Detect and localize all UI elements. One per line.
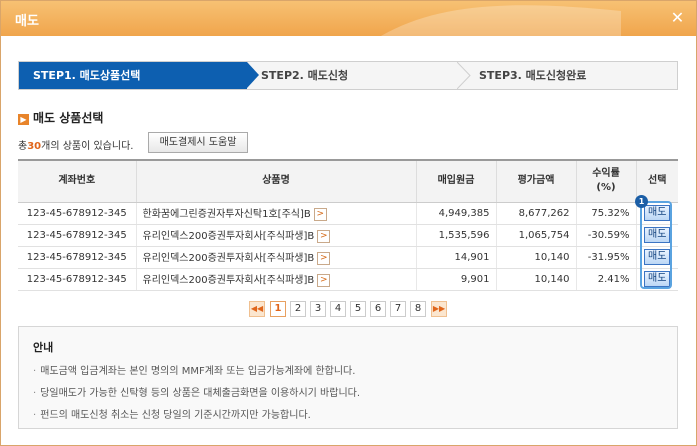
- chevron-right-icon[interactable]: >: [317, 273, 331, 287]
- account-number: 123-45-678912-345: [18, 268, 136, 291]
- window-title: 매도: [15, 14, 39, 29]
- return-rate: 2.41%: [575, 268, 636, 291]
- first-page-button[interactable]: ◀◀: [249, 301, 265, 317]
- table-row: 123-45-678912-345 유리인덱스200증권투자회사[주식파생]B >…: [18, 246, 678, 269]
- product-table: 계좌번호 상품명 매입원금 평가금액 수익률 (%) 선택 123-45-678…: [18, 159, 678, 291]
- value: 8,677,262: [495, 202, 576, 225]
- account-number: 123-45-678912-345: [18, 224, 136, 247]
- col-account: 계좌번호: [18, 159, 136, 203]
- chevron-right-icon[interactable]: >: [317, 229, 331, 243]
- page-1[interactable]: 1: [270, 301, 286, 317]
- sell-button[interactable]: 매도: [644, 227, 671, 243]
- chevron-right-icon[interactable]: >: [317, 251, 331, 265]
- page-3[interactable]: 3: [310, 301, 326, 317]
- page-2[interactable]: 2: [290, 301, 306, 317]
- sell-button[interactable]: 매도: [644, 271, 671, 287]
- notice-list: 매도금액 입금계좌는 본인 명의의 MMF계좌 또는 입금가능계좌에 한합니다.…: [33, 362, 360, 428]
- step-arrow-icon: [457, 62, 471, 89]
- product-name-cell: 유리인덱스200증권투자회사[주식파생]B >: [135, 224, 416, 247]
- step-2: STEP2. 매도신청: [261, 69, 349, 82]
- account-number: 123-45-678912-345: [18, 246, 136, 269]
- list-item: 당일매도가 가능한 신탁형 등의 상품은 대체출금화면을 이용하시기 바랍니다.: [33, 384, 360, 406]
- help-button[interactable]: 매도결제시 도움말: [148, 132, 248, 153]
- principal: 14,901: [415, 246, 496, 269]
- section-title: ▶ 매도 상품선택: [18, 109, 103, 126]
- close-icon[interactable]: ✕: [669, 9, 686, 26]
- titlebar-decoration: [381, 5, 621, 36]
- chevron-right-icon[interactable]: >: [313, 207, 327, 221]
- select-cell: 매도: [635, 224, 678, 247]
- col-return: 수익률 (%): [575, 159, 636, 203]
- value: 10,140: [495, 246, 576, 269]
- step-arrow-icon: [247, 62, 259, 88]
- principal: 4,949,385: [415, 202, 496, 225]
- product-name-cell: 한화꿈에그린증권자투자신탁1호[주식]B >: [135, 202, 416, 225]
- table-row: 123-45-678912-345 유리인덱스200증권투자회사[주식파생]B >…: [18, 224, 678, 247]
- list-item: 펀드의 매도신청 취소는 신청 당일의 기준시간까지만 가능합니다.: [33, 406, 360, 428]
- col-principal: 매입원금: [415, 159, 496, 203]
- principal: 1,535,596: [415, 224, 496, 247]
- table-row: 123-45-678912-345 유리인덱스200증권투자회사[주식파생]B >…: [18, 268, 678, 291]
- page-5[interactable]: 5: [350, 301, 366, 317]
- sell-button[interactable]: 매도: [644, 249, 671, 265]
- notice-title: 안내: [33, 341, 54, 354]
- page-8[interactable]: 8: [410, 301, 426, 317]
- select-cell: 매도: [635, 268, 678, 291]
- page-7[interactable]: 7: [390, 301, 406, 317]
- notice-box: 안내 매도금액 입금계좌는 본인 명의의 MMF계좌 또는 입금가능계좌에 한합…: [18, 326, 678, 429]
- step-badge: 1: [635, 195, 648, 208]
- principal: 9,901: [415, 268, 496, 291]
- list-item: 매도금액 입금계좌는 본인 명의의 MMF계좌 또는 입금가능계좌에 한합니다.: [33, 362, 360, 384]
- step-3: STEP3. 매도신청완료: [479, 69, 587, 82]
- col-value: 평가금액: [495, 159, 576, 203]
- value: 1,065,754: [495, 224, 576, 247]
- sell-dialog: 매도 ✕ STEP1. 매도상품선택 STEP2. 매도신청 STEP3. 매도…: [0, 0, 697, 446]
- titlebar: 매도 ✕: [1, 1, 696, 36]
- return-rate: -30.59%: [575, 224, 636, 247]
- step-1: STEP1. 매도상품선택: [19, 62, 247, 89]
- table-header: 계좌번호 상품명 매입원금 평가금액 수익률 (%) 선택: [18, 159, 678, 203]
- page-4[interactable]: 4: [330, 301, 346, 317]
- return-rate: -31.95%: [575, 246, 636, 269]
- table-row: 123-45-678912-345 한화꿈에그린증권자투자신탁1호[주식]B > …: [18, 202, 678, 225]
- select-cell: 매도: [635, 246, 678, 269]
- value: 10,140: [495, 268, 576, 291]
- step-indicator: STEP1. 매도상품선택 STEP2. 매도신청 STEP3. 매도신청완료: [18, 61, 678, 90]
- section-bullet-icon: ▶: [18, 114, 29, 125]
- account-number: 123-45-678912-345: [18, 202, 136, 225]
- sell-button[interactable]: 매도: [644, 205, 671, 221]
- col-product: 상품명: [135, 159, 416, 203]
- return-rate: 75.32%: [575, 202, 636, 225]
- product-name-cell: 유리인덱스200증권투자회사[주식파생]B >: [135, 268, 416, 291]
- page-6[interactable]: 6: [370, 301, 386, 317]
- last-page-button[interactable]: ▶▶: [431, 301, 447, 317]
- product-count: 총30개의 상품이 있습니다.: [18, 141, 134, 152]
- product-name-cell: 유리인덱스200증권투자회사[주식파생]B >: [135, 246, 416, 269]
